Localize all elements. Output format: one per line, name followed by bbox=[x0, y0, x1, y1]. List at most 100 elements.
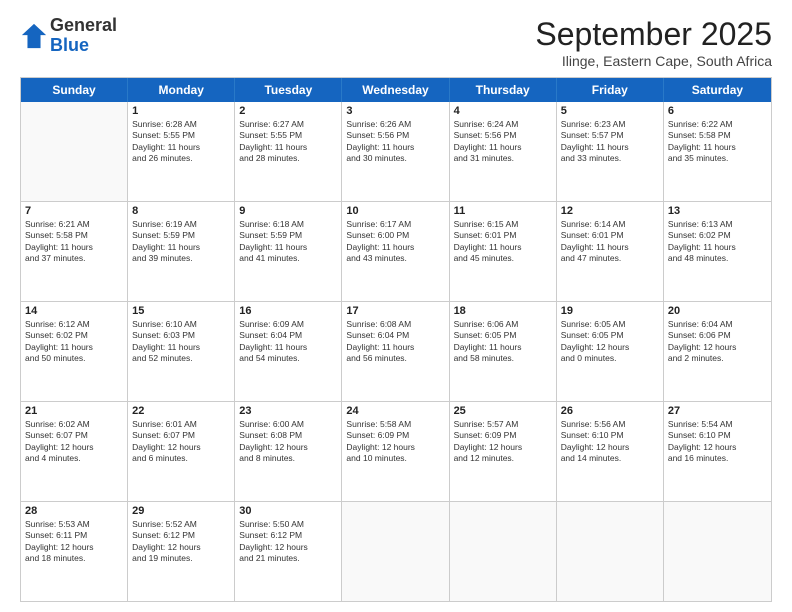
day-number: 30 bbox=[239, 505, 337, 517]
day-info: Sunrise: 6:26 AMSunset: 5:56 PMDaylight:… bbox=[346, 119, 444, 165]
header-day-monday: Monday bbox=[128, 78, 235, 102]
page: General Blue September 2025 Ilinge, East… bbox=[0, 0, 792, 612]
day-info: Sunrise: 6:13 AMSunset: 6:02 PMDaylight:… bbox=[668, 219, 767, 265]
logo-text: General Blue bbox=[50, 16, 117, 56]
cal-cell: 15Sunrise: 6:10 AMSunset: 6:03 PMDayligh… bbox=[128, 302, 235, 401]
cal-cell: 18 Sunrise: 6:06 AMSunset: 6:05 PMDayligh… bbox=[450, 302, 557, 401]
cal-cell: 6 Sunrise: 6:22 AMSunset: 5:58 PMDaylight… bbox=[664, 102, 771, 201]
day-number: 24 bbox=[346, 405, 444, 417]
cal-cell: 20 Sunrise: 6:04 AMSunset: 6:06 PMDayligh… bbox=[664, 302, 771, 401]
header-day-friday: Friday bbox=[557, 78, 664, 102]
day-info: Sunrise: 6:15 AMSunset: 6:01 PMDaylight:… bbox=[454, 219, 552, 265]
day-info: Sunrise: 5:58 AMSunset: 6:09 PMDaylight:… bbox=[346, 419, 444, 465]
day-number: 4 bbox=[454, 105, 552, 117]
cal-week-4: 21Sunrise: 6:02 AMSunset: 6:07 PMDayligh… bbox=[21, 402, 771, 502]
day-info: Sunrise: 6:09 AMSunset: 6:04 PMDaylight:… bbox=[239, 319, 337, 365]
day-info: Sunrise: 6:19 AMSunset: 5:59 PMDaylight:… bbox=[132, 219, 230, 265]
cal-cell: 25 Sunrise: 5:57 AMSunset: 6:09 PMDayligh… bbox=[450, 402, 557, 501]
cal-cell bbox=[450, 502, 557, 601]
day-info: Sunrise: 6:02 AMSunset: 6:07 PMDaylight:… bbox=[25, 419, 123, 465]
day-number: 25 bbox=[454, 405, 552, 417]
day-number: 26 bbox=[561, 405, 659, 417]
header-day-sunday: Sunday bbox=[21, 78, 128, 102]
cal-cell bbox=[342, 502, 449, 601]
header-day-saturday: Saturday bbox=[664, 78, 771, 102]
cal-cell: 27 Sunrise: 5:54 AMSunset: 6:10 PMDayligh… bbox=[664, 402, 771, 501]
logo-icon bbox=[20, 22, 48, 50]
day-info: Sunrise: 6:08 AMSunset: 6:04 PMDaylight:… bbox=[346, 319, 444, 365]
day-info: Sunrise: 5:54 AMSunset: 6:10 PMDaylight:… bbox=[668, 419, 767, 465]
day-number: 8 bbox=[132, 205, 230, 217]
logo: General Blue bbox=[20, 16, 117, 56]
day-info: Sunrise: 6:06 AMSunset: 6:05 PMDaylight:… bbox=[454, 319, 552, 365]
day-number: 16 bbox=[239, 305, 337, 317]
day-number: 20 bbox=[668, 305, 767, 317]
header-day-wednesday: Wednesday bbox=[342, 78, 449, 102]
day-info: Sunrise: 5:53 AMSunset: 6:11 PMDaylight:… bbox=[25, 519, 123, 565]
cal-cell: 30 Sunrise: 5:50 AMSunset: 6:12 PMDayligh… bbox=[235, 502, 342, 601]
cal-cell: 26 Sunrise: 5:56 AMSunset: 6:10 PMDayligh… bbox=[557, 402, 664, 501]
cal-cell: 22 Sunrise: 6:01 AMSunset: 6:07 PMDayligh… bbox=[128, 402, 235, 501]
calendar-header: SundayMondayTuesdayWednesdayThursdayFrid… bbox=[21, 78, 771, 102]
day-number: 14 bbox=[25, 305, 123, 317]
title-block: September 2025 Ilinge, Eastern Cape, Sou… bbox=[535, 16, 772, 69]
cal-cell: 14 Sunrise: 6:12 AMSunset: 6:02 PMDayligh… bbox=[21, 302, 128, 401]
cal-cell: 10 Sunrise: 6:17 AMSunset: 6:00 PMDayligh… bbox=[342, 202, 449, 301]
day-info: Sunrise: 6:18 AMSunset: 5:59 PMDaylight:… bbox=[239, 219, 337, 265]
day-info: Sunrise: 6:17 AMSunset: 6:00 PMDaylight:… bbox=[346, 219, 444, 265]
day-number: 3 bbox=[346, 105, 444, 117]
day-info: Sunrise: 5:56 AMSunset: 6:10 PMDaylight:… bbox=[561, 419, 659, 465]
subtitle: Ilinge, Eastern Cape, South Africa bbox=[535, 53, 772, 69]
header-day-thursday: Thursday bbox=[450, 78, 557, 102]
day-info: Sunrise: 5:52 AMSunset: 6:12 PMDaylight:… bbox=[132, 519, 230, 565]
day-info: Sunrise: 6:27 AMSunset: 5:55 PMDaylight:… bbox=[239, 119, 337, 165]
day-info: Sunrise: 5:50 AMSunset: 6:12 PMDaylight:… bbox=[239, 519, 337, 565]
cal-cell: 12Sunrise: 6:14 AMSunset: 6:01 PMDayligh… bbox=[557, 202, 664, 301]
cal-cell bbox=[664, 502, 771, 601]
day-info: Sunrise: 6:04 AMSunset: 6:06 PMDaylight:… bbox=[668, 319, 767, 365]
day-number: 22 bbox=[132, 405, 230, 417]
day-number: 13 bbox=[668, 205, 767, 217]
main-title: September 2025 bbox=[535, 16, 772, 53]
day-info: Sunrise: 6:05 AMSunset: 6:05 PMDaylight:… bbox=[561, 319, 659, 365]
day-number: 15 bbox=[132, 305, 230, 317]
day-number: 10 bbox=[346, 205, 444, 217]
cal-cell: 2 Sunrise: 6:27 AMSunset: 5:55 PMDaylight… bbox=[235, 102, 342, 201]
header-day-tuesday: Tuesday bbox=[235, 78, 342, 102]
cal-week-3: 14 Sunrise: 6:12 AMSunset: 6:02 PMDayligh… bbox=[21, 302, 771, 402]
cal-cell bbox=[21, 102, 128, 201]
cal-cell: 13 Sunrise: 6:13 AMSunset: 6:02 PMDayligh… bbox=[664, 202, 771, 301]
cal-cell: 19 Sunrise: 6:05 AMSunset: 6:05 PMDayligh… bbox=[557, 302, 664, 401]
cal-cell: 21Sunrise: 6:02 AMSunset: 6:07 PMDayligh… bbox=[21, 402, 128, 501]
cal-cell: 1Sunrise: 6:28 AMSunset: 5:55 PMDaylight… bbox=[128, 102, 235, 201]
day-info: Sunrise: 6:01 AMSunset: 6:07 PMDaylight:… bbox=[132, 419, 230, 465]
day-number: 12 bbox=[561, 205, 659, 217]
day-number: 17 bbox=[346, 305, 444, 317]
day-number: 23 bbox=[239, 405, 337, 417]
day-number: 27 bbox=[668, 405, 767, 417]
day-number: 11 bbox=[454, 205, 552, 217]
cal-week-5: 28 Sunrise: 5:53 AMSunset: 6:11 PMDayligh… bbox=[21, 502, 771, 601]
header: General Blue September 2025 Ilinge, East… bbox=[20, 16, 772, 69]
day-info: Sunrise: 6:28 AMSunset: 5:55 PMDaylight:… bbox=[132, 119, 230, 165]
day-number: 2 bbox=[239, 105, 337, 117]
cal-cell: 9Sunrise: 6:18 AMSunset: 5:59 PMDaylight… bbox=[235, 202, 342, 301]
day-info: Sunrise: 6:22 AMSunset: 5:58 PMDaylight:… bbox=[668, 119, 767, 165]
cal-cell: 29 Sunrise: 5:52 AMSunset: 6:12 PMDayligh… bbox=[128, 502, 235, 601]
day-number: 18 bbox=[454, 305, 552, 317]
cal-week-1: 1Sunrise: 6:28 AMSunset: 5:55 PMDaylight… bbox=[21, 102, 771, 202]
day-number: 29 bbox=[132, 505, 230, 517]
cal-week-2: 7Sunrise: 6:21 AMSunset: 5:58 PMDaylight… bbox=[21, 202, 771, 302]
day-number: 19 bbox=[561, 305, 659, 317]
logo-general: General bbox=[50, 15, 117, 35]
calendar-body: 1Sunrise: 6:28 AMSunset: 5:55 PMDaylight… bbox=[21, 102, 771, 601]
day-number: 7 bbox=[25, 205, 123, 217]
cal-cell: 5Sunrise: 6:23 AMSunset: 5:57 PMDaylight… bbox=[557, 102, 664, 201]
day-number: 28 bbox=[25, 505, 123, 517]
day-info: Sunrise: 5:57 AMSunset: 6:09 PMDaylight:… bbox=[454, 419, 552, 465]
day-info: Sunrise: 6:12 AMSunset: 6:02 PMDaylight:… bbox=[25, 319, 123, 365]
day-number: 6 bbox=[668, 105, 767, 117]
cal-cell: 17 Sunrise: 6:08 AMSunset: 6:04 PMDayligh… bbox=[342, 302, 449, 401]
cal-cell: 16 Sunrise: 6:09 AMSunset: 6:04 PMDayligh… bbox=[235, 302, 342, 401]
cal-cell: 23Sunrise: 6:00 AMSunset: 6:08 PMDayligh… bbox=[235, 402, 342, 501]
